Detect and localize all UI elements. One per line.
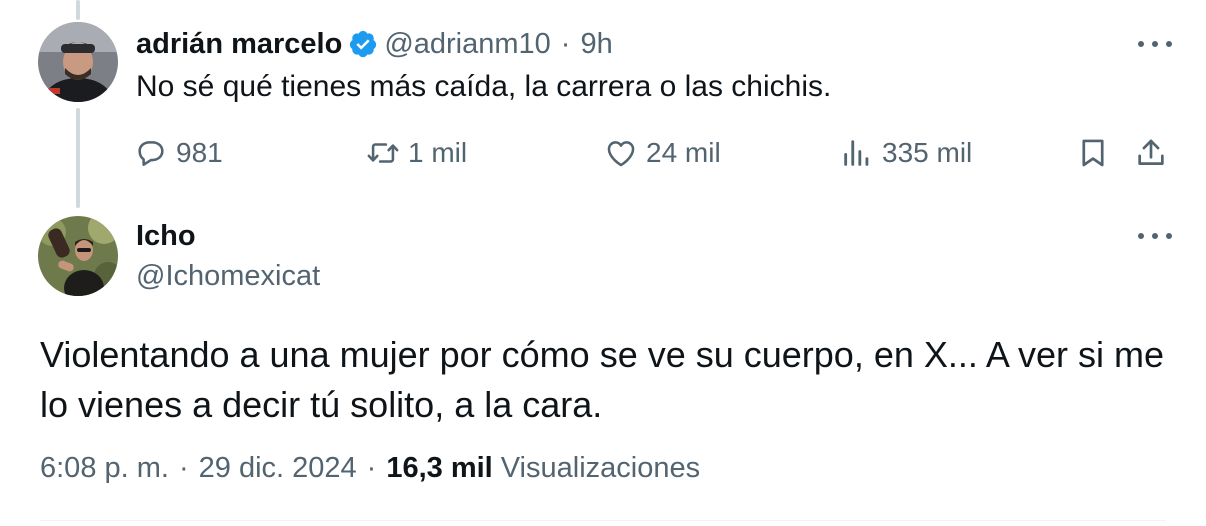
- reply-handle[interactable]: @adrianm10: [384, 28, 550, 61]
- avatar-icho-image: [38, 216, 118, 296]
- avatar-adrian[interactable]: [38, 22, 118, 102]
- views-icon: [844, 140, 869, 166]
- reply-count: 981: [176, 137, 223, 168]
- share-button[interactable]: [1134, 133, 1168, 173]
- divider: [40, 520, 1166, 521]
- like-count: 24 mil: [646, 137, 721, 168]
- views-count: 335 mil: [882, 137, 973, 168]
- retweet-icon: [367, 143, 399, 163]
- reply-icon: [138, 141, 164, 166]
- reply-time[interactable]: 9h: [580, 28, 612, 61]
- reply-button[interactable]: 981: [134, 133, 223, 173]
- reply-separator: ·: [560, 27, 571, 60]
- tweet-date[interactable]: 29 dic. 2024: [199, 452, 357, 485]
- share-icon: [1138, 139, 1164, 165]
- more-icon[interactable]: [1138, 230, 1172, 242]
- main-display-name[interactable]: Icho: [136, 220, 196, 253]
- tweet-views-label: Visualizaciones: [500, 452, 701, 484]
- views-button[interactable]: 335 mil: [840, 133, 972, 173]
- retweet-count: 1 mil: [408, 137, 468, 168]
- main-handle[interactable]: @Ichomexicat: [136, 260, 320, 293]
- tweet-meta: 6:08 p. m. · 29 dic. 2024 · 16,3 mil Vis…: [40, 452, 700, 485]
- retweet-button[interactable]: 1 mil: [366, 133, 467, 173]
- reply-display-name[interactable]: adrián marcelo: [136, 28, 342, 61]
- bookmark-icon: [1082, 139, 1104, 167]
- avatar-adrian-image: [38, 22, 118, 102]
- like-button[interactable]: 24 mil: [604, 133, 721, 173]
- avatar-icho[interactable]: [38, 216, 118, 296]
- meta-separator: ·: [366, 452, 377, 484]
- verified-badge-icon: [350, 30, 377, 58]
- main-tweet-text: Violentando a una mujer por cómo se ve s…: [40, 334, 1164, 425]
- bookmark-button[interactable]: [1076, 133, 1110, 173]
- more-icon[interactable]: [1138, 38, 1172, 50]
- tweet-time[interactable]: 6:08 p. m.: [40, 452, 169, 485]
- thread-line: [76, 108, 80, 208]
- reply-text: No sé qué tienes más caída, la carrera o…: [136, 70, 832, 103]
- tweet-views-count: 16,3 mil: [386, 452, 493, 484]
- like-icon: [607, 141, 635, 167]
- meta-separator: ·: [178, 452, 189, 484]
- thread-line-top: [76, 0, 80, 20]
- reply-header: adrián marcelo @adrianm10 · 9h: [136, 24, 613, 64]
